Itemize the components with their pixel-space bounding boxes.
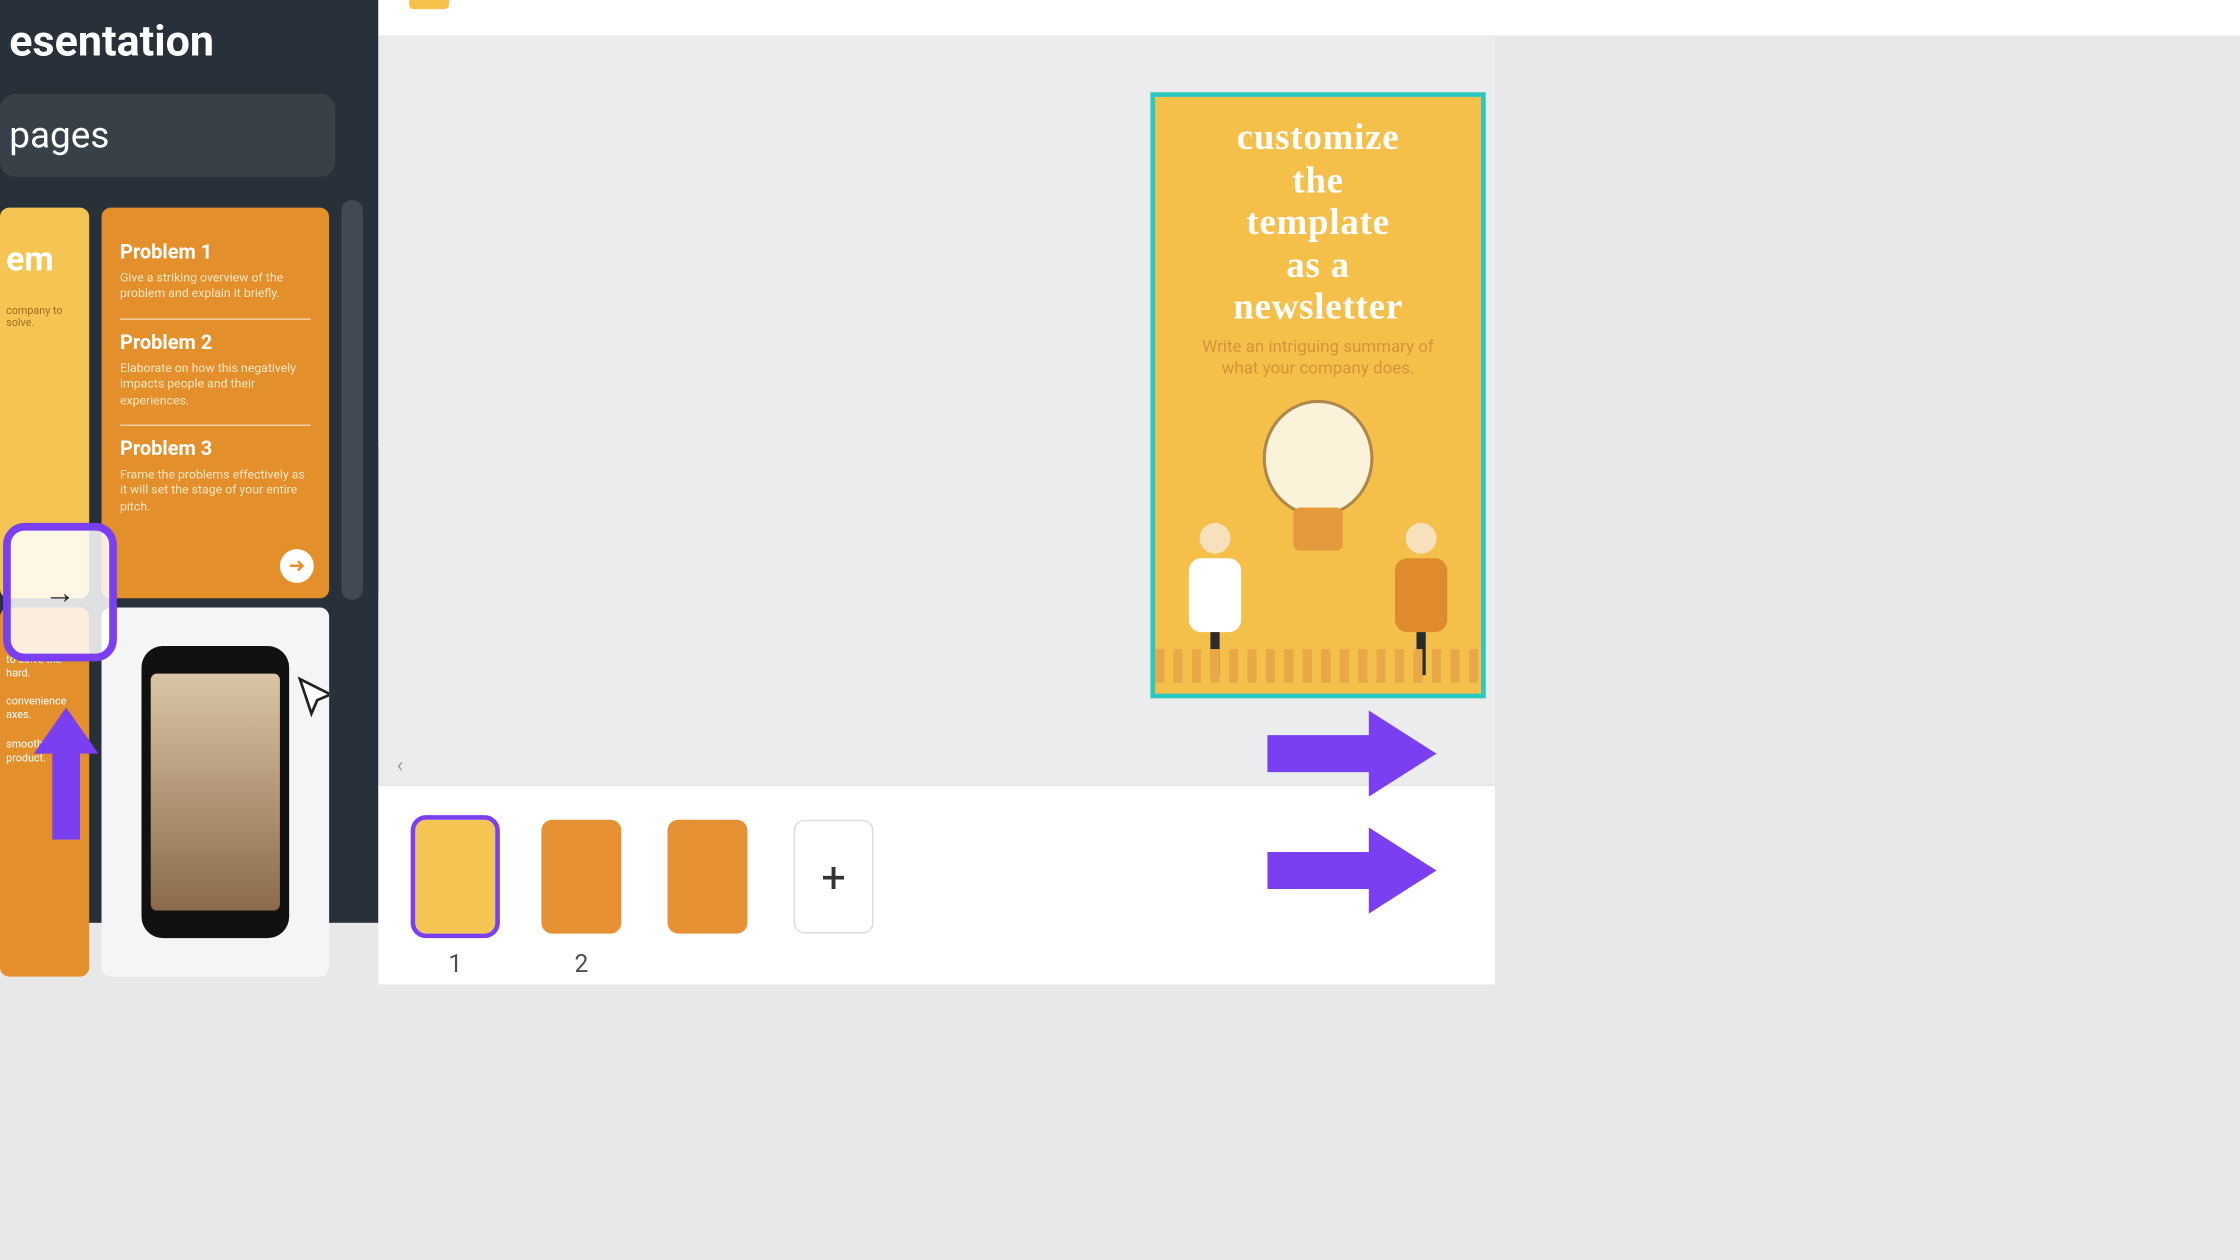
- selected-page[interactable]: customize the template as a newsletter W…: [1150, 92, 1485, 698]
- color-swatch-icon[interactable]: [409, 0, 449, 9]
- arrow-circle-icon: ➜: [280, 549, 314, 583]
- thumb-h: Problem 3: [120, 438, 311, 461]
- annotation-arrow-up: [34, 707, 99, 845]
- page-thumb-2-right[interactable]: [102, 608, 330, 977]
- thumb-h: Problem 1: [120, 241, 311, 264]
- cursor-icon: [292, 675, 329, 721]
- page-illustration: [1155, 390, 1481, 682]
- add-page-button[interactable]: +: [794, 820, 874, 985]
- plus-icon: +: [794, 820, 874, 934]
- thumb-p: Give a striking overview of the problem …: [120, 271, 311, 303]
- thumb-h: Problem 2: [120, 332, 311, 355]
- page-heading: customize the template as a newsletter: [1155, 97, 1481, 334]
- page-number: 1: [415, 949, 495, 978]
- design-title: esentation: [0, 0, 378, 82]
- filmstrip-page-2[interactable]: 2: [541, 820, 621, 985]
- thumb-p: Elaborate on how this negatively impacts…: [120, 361, 311, 409]
- filmstrip-page-1[interactable]: 1: [415, 820, 495, 985]
- arrow-right-icon: →: [45, 573, 76, 611]
- chevron-left-icon[interactable]: ‹: [397, 754, 403, 779]
- thumb-sub: company to solve.: [0, 280, 89, 330]
- page-subheading: Write an intriguing summary of what your…: [1155, 334, 1481, 390]
- annotation-arrow-right: [1267, 711, 1436, 797]
- lightbulb-icon: [1253, 399, 1382, 568]
- thumb-p: Frame the problems effectively as it wil…: [120, 467, 311, 515]
- sidebar-scrollbar[interactable]: [341, 200, 363, 600]
- canvas-toolbar: [378, 0, 2240, 37]
- thumb-title: em: [0, 208, 89, 280]
- phone-mockup: [141, 646, 289, 938]
- highlight-callout-box: →: [3, 523, 117, 661]
- annotation-arrow-right: [1267, 827, 1436, 913]
- page-number: 2: [541, 949, 621, 978]
- page-thumb-1-right[interactable]: Problem 1 Give a striking overview of th…: [102, 208, 330, 599]
- pages-button[interactable]: pages: [0, 94, 335, 177]
- filmstrip-page-3[interactable]: [667, 820, 747, 985]
